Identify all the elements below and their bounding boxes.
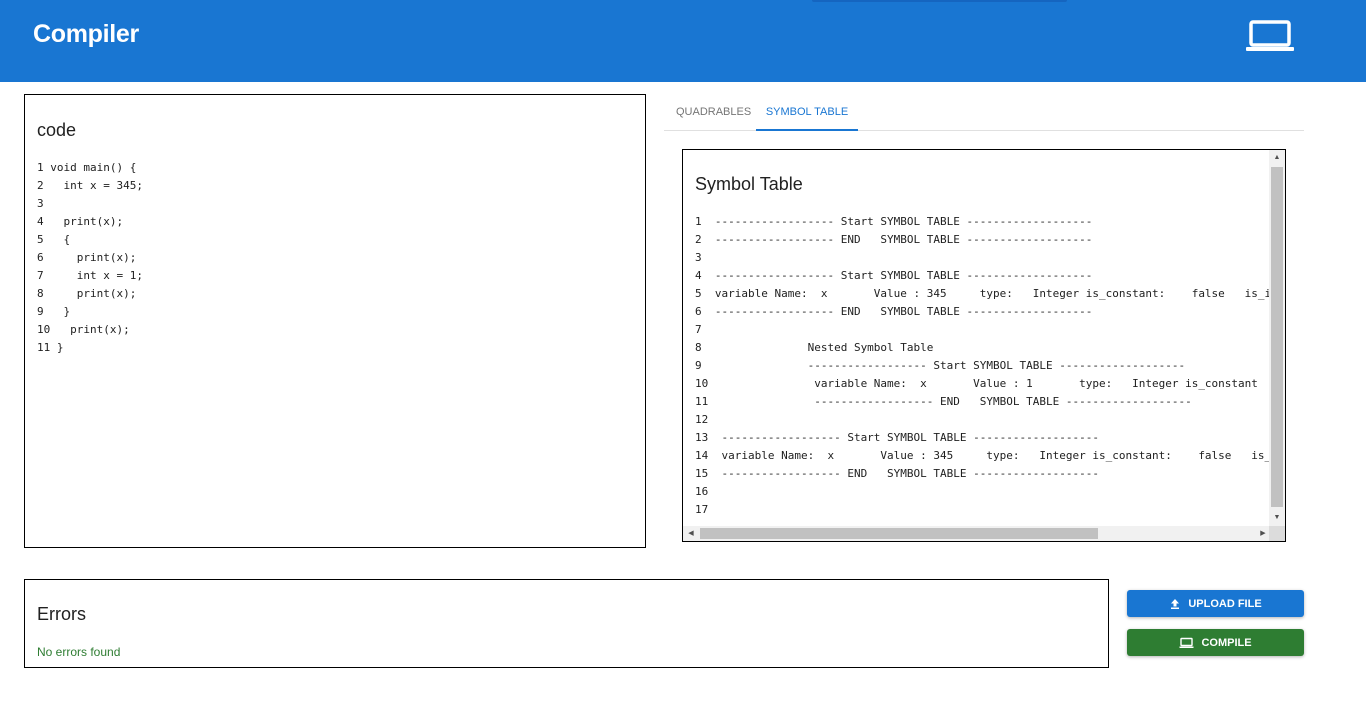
symbol-line: 14 variable Name: x Value : 345 type: In… [695,449,1269,462]
code-line: 8 print(x); [37,287,137,300]
vertical-scrollbar[interactable]: ▲ ▼ [1269,150,1285,526]
upload-file-button[interactable]: UPLOAD FILE [1127,590,1304,617]
symbol-table-title: Symbol Table [695,174,803,194]
code-line: 4 print(x); [37,215,124,228]
symbol-line: 17 [695,503,709,516]
code-editor[interactable]: 1 void main() { 2 int x = 345; 3 4 print… [37,159,635,357]
code-line: 1 void main() { [37,161,137,174]
vertical-scroll-thumb[interactable] [1271,167,1283,507]
scroll-up-arrow-icon[interactable]: ▲ [1269,150,1285,166]
symbol-line: 5 variable Name: x Value : 345 type: Int… [695,287,1269,300]
symbol-table-panel[interactable]: Symbol Table 1 ------------------ Start … [682,149,1286,542]
active-tab-indicator [756,129,858,131]
output-tabs: QUADRABLES SYMBOL TABLE [664,94,1304,131]
code-line: 10 print(x); [37,323,130,336]
symbol-line: 2 ------------------ END SYMBOL TABLE --… [695,233,1093,246]
symbol-line: 13 ------------------ Start SYMBOL TABLE… [695,431,1099,444]
symbol-line: 8 Nested Symbol Table [695,341,934,354]
errors-panel: Errors No errors found [24,579,1109,668]
symbol-line: 3 [695,251,702,264]
code-line: 6 print(x); [37,251,137,264]
symbol-line: 10 variable Name: x Value : 1 type: Inte… [695,377,1258,390]
code-line: 5 { [37,233,71,246]
tab-quadrables[interactable]: QUADRABLES [676,94,751,131]
symbol-table-output: 1 ------------------ Start SYMBOL TABLE … [695,213,1269,519]
app-title: Compiler [33,20,139,48]
code-line: 11 } [37,341,64,354]
horizontal-scrollbar[interactable]: ◀ ▶ [683,526,1271,541]
compile-button[interactable]: COMPILE [1127,629,1304,656]
upload-file-label: UPLOAD FILE [1188,597,1262,610]
symbol-line: 11 ------------------ END SYMBOL TABLE -… [695,395,1192,408]
errors-message: No errors found [37,645,121,659]
code-line: 9 } [37,305,71,318]
code-panel-title: code [37,120,77,140]
errors-title: Errors [37,604,86,624]
symbol-line: 15 ------------------ END SYMBOL TABLE -… [695,467,1099,480]
symbol-line: 4 ------------------ Start SYMBOL TABLE … [695,269,1093,282]
symbol-line: 1 ------------------ Start SYMBOL TABLE … [695,215,1093,228]
scrollbar-corner [1269,526,1285,541]
app-bar: Compiler [0,0,1366,82]
symbol-line: 12 [695,413,709,426]
symbol-line: 6 ------------------ END SYMBOL TABLE --… [695,305,1093,318]
symbol-line: 9 ------------------ Start SYMBOL TABLE … [695,359,1186,372]
upload-icon [1169,598,1181,610]
compile-label: COMPILE [1201,636,1252,649]
code-line: 2 int x = 345; [37,179,143,192]
symbol-line: 7 [695,323,702,336]
code-line: 3 [37,197,44,210]
laptop-icon [1179,637,1194,649]
scroll-left-arrow-icon[interactable]: ◀ [683,526,699,541]
horizontal-scroll-thumb[interactable] [700,528,1098,539]
code-panel: code 1 void main() { 2 int x = 345; 3 4 … [24,94,646,548]
code-line: 7 int x = 1; [37,269,143,282]
scroll-down-arrow-icon[interactable]: ▼ [1269,510,1285,526]
symbol-line: 16 [695,485,709,498]
laptop-icon[interactable] [1245,18,1295,54]
appbar-divider [812,0,1067,2]
tab-symbol-table[interactable]: SYMBOL TABLE [756,94,858,131]
